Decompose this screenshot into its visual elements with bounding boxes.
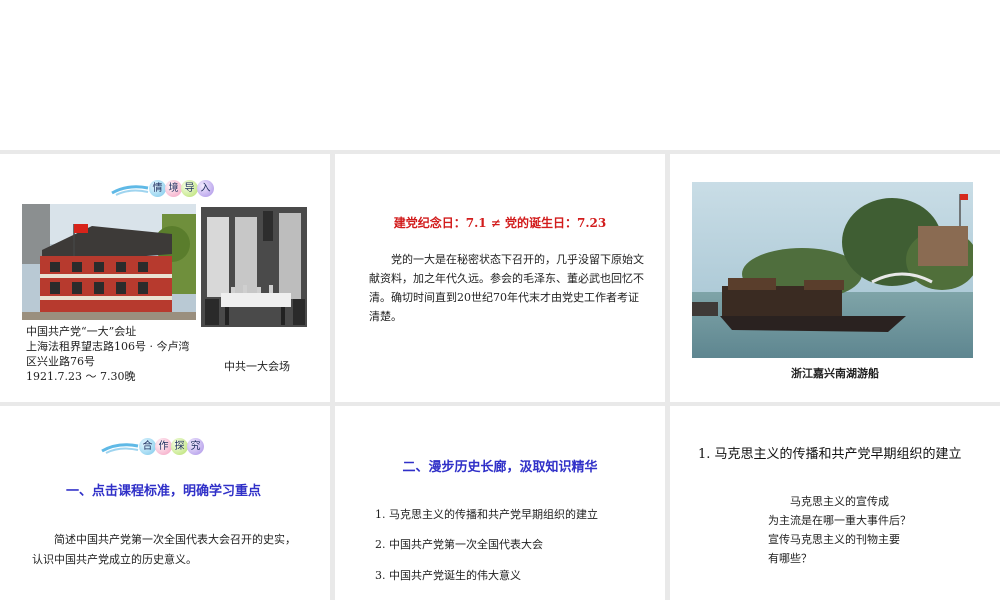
question-line: 马克思主义的宣传成 (790, 495, 889, 508)
question-line: 宣传马克思主义的刊物主要 (768, 533, 900, 546)
boat-caption: 浙江嘉兴南湖游船 (791, 367, 879, 380)
slide-thumbnail-4[interactable]: 合 作 探 究 一、点击课程标准，明确学习重点 简述中国共产党第一次全国代表大会… (0, 406, 330, 600)
caption-line: 区兴业路76号 (26, 355, 95, 368)
history-paragraph: 党的一大是在秘密状态下召开的，几乎没留下原始文 献资料，加之年代久远。参会的毛泽… (369, 250, 649, 326)
meeting-room-photo (201, 207, 307, 327)
course-standard-heading: 一、点击课程标准，明确学习重点 (66, 484, 262, 499)
caption-line: 1921.7.23 ～ 7.30晚 (26, 370, 136, 383)
course-standard-body: 简述中国共产党第一次全国代表大会召开的史实， 认识中国共产党成立的历史意义。 (32, 530, 322, 570)
slide-thumbnail-2[interactable]: 建党纪念日：7.1 ≠ 党的诞生日：7.23 党的一大是在秘密状态下召开的，几乎… (335, 154, 665, 402)
caption-line: 中国共产党“一大”会址 (26, 325, 137, 338)
body-line: 认识中国共产党成立的历史意义。 (32, 553, 197, 566)
banner-char: 导 (181, 180, 198, 197)
banner-char: 探 (171, 438, 188, 455)
paragraph-line: 清楚。 (369, 310, 402, 323)
swoosh-icon (101, 442, 139, 454)
banner-char: 究 (187, 438, 204, 455)
body-line: 简述中国共产党第一次全国代表大会召开的史实， (54, 533, 296, 546)
banner-char: 合 (139, 438, 156, 455)
slide-thumbnail-5[interactable]: 二、漫步历史长廊，汲取知识精华 1. 马克思主义的传播和共产党早期组织的建立 2… (335, 406, 665, 600)
banner-char: 作 (155, 438, 172, 455)
banner-scene-intro: 情 境 导 入 (110, 180, 214, 197)
marxism-heading: 1. 马克思主义的传播和共产党早期组织的建立 (698, 447, 962, 462)
paragraph-line: 献资料，加之年代久远。参会的毛泽东、董必武也回忆不 (369, 272, 644, 285)
discussion-questions: 马克思主义的宣传成 为主流是在哪一重大事件后？ 宣传马克思主义的刊物主要 有哪些… (768, 492, 968, 568)
meeting-room-caption: 中共一大会场 (224, 360, 290, 373)
red-boat-photo (692, 182, 973, 358)
memorial-caption: 中国共产党“一大”会址 上海法租界望志路106号 · 今卢湾 区兴业路76号 1… (26, 324, 206, 384)
banner-char: 境 (165, 180, 182, 197)
slide-thumbnail-1[interactable]: 情 境 导 入 中国共产党“一大”会址 上海法租界望志路106号 · 今卢湾 区… (0, 154, 330, 402)
topic-item: 1. 马克思主义的传播和共产党早期组织的建立 (375, 508, 598, 521)
history-gallery-heading: 二、漫步历史长廊，汲取知识精华 (402, 460, 598, 475)
topic-item: 3. 中国共产党诞生的伟大意义 (375, 569, 521, 582)
banner-char: 情 (149, 180, 166, 197)
top-blank-area (0, 0, 1000, 150)
paragraph-line: 党的一大是在秘密状态下召开的，几乎没留下原始文 (391, 253, 644, 266)
swoosh-icon (111, 184, 149, 196)
paragraph-line: 清。确切时间直到20世纪70年代末才由党史工作者考证 (369, 291, 639, 304)
slide-thumbnail-6[interactable]: 1. 马克思主义的传播和共产党早期组织的建立 马克思主义的宣传成 为主流是在哪一… (670, 406, 1000, 600)
banner-char: 入 (197, 180, 214, 197)
banner-cooperative-inquiry: 合 作 探 究 (100, 438, 204, 455)
question-line: 为主流是在哪一重大事件后？ (768, 514, 911, 527)
slide-thumbnail-3[interactable]: 浙江嘉兴南湖游船 (670, 154, 1000, 402)
party-day-title: 建党纪念日：7.1 ≠ 党的诞生日：7.23 (393, 216, 607, 230)
question-line: 有哪些？ (768, 552, 812, 565)
caption-line: 上海法租界望志路106号 · 今卢湾 (26, 340, 190, 353)
memorial-building-photo (22, 204, 196, 320)
topic-item: 2. 中国共产党第一次全国代表大会 (375, 538, 543, 551)
